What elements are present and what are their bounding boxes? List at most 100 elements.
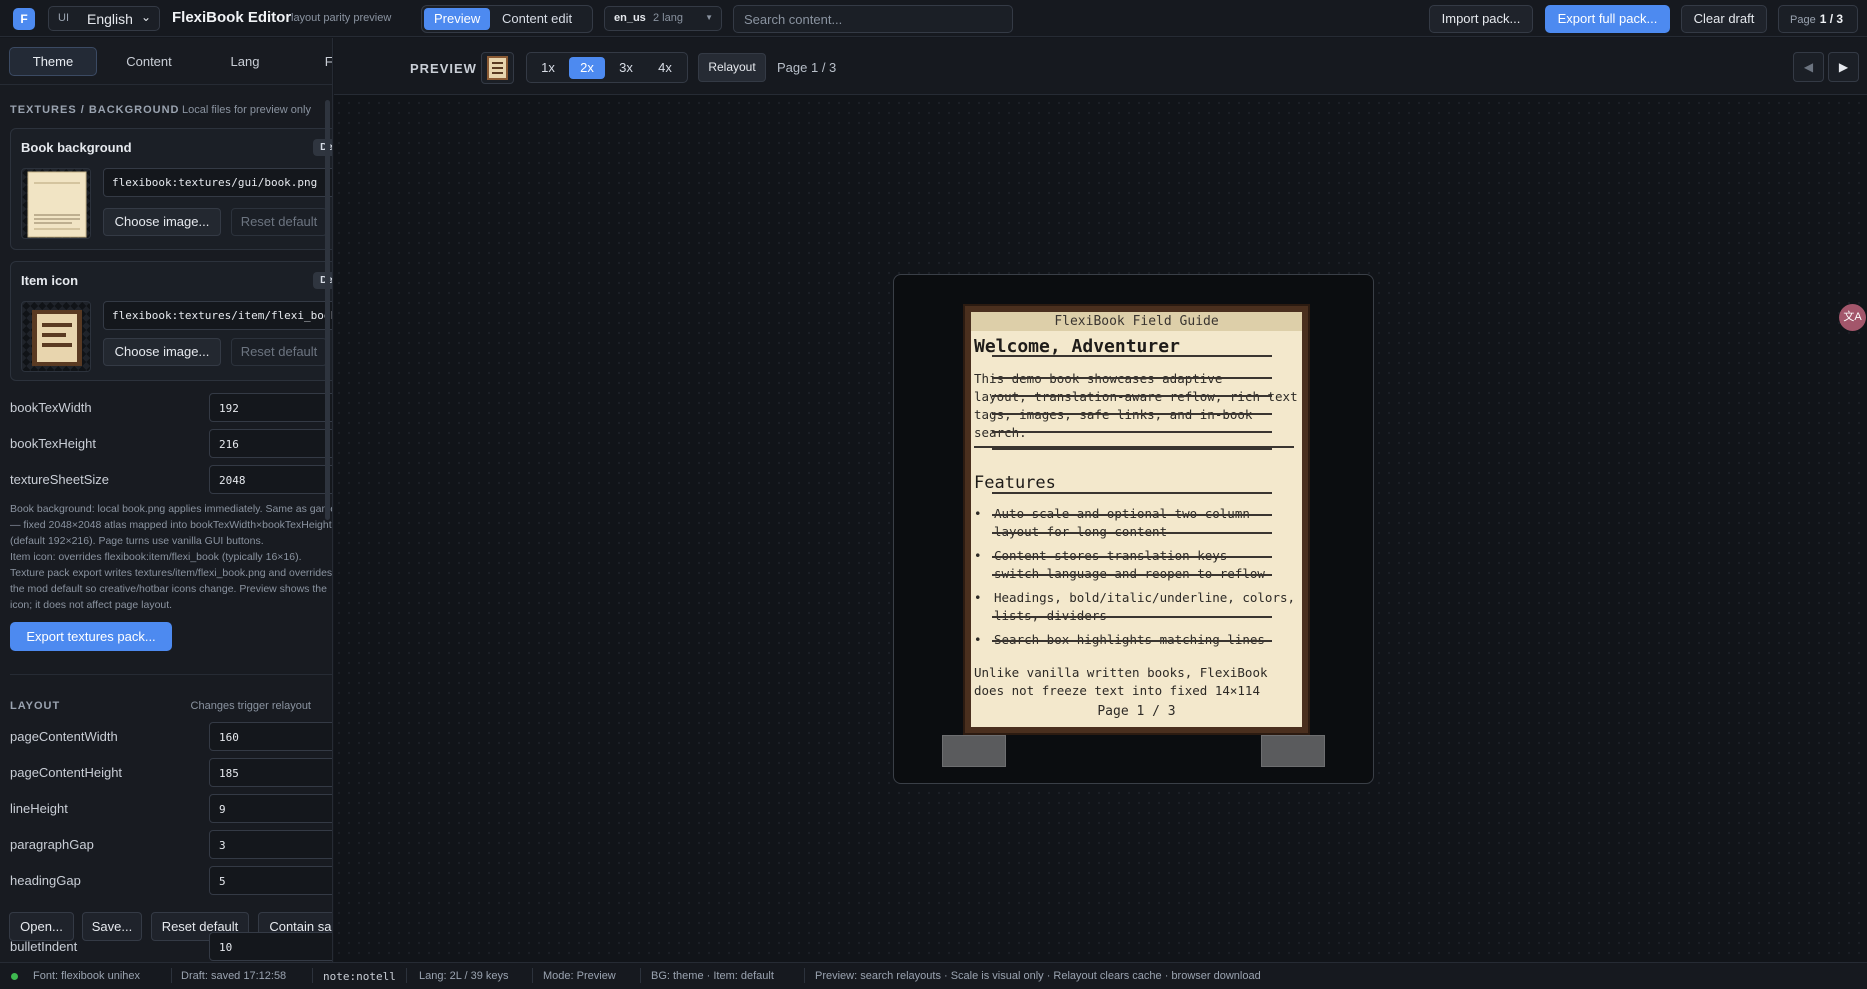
line-height-input[interactable]: 9 ▲▼ xyxy=(209,794,332,823)
book-tex-height-label: bookTexHeight xyxy=(10,436,96,451)
zoom-1x-button[interactable]: 1x xyxy=(530,57,566,79)
sidebar-scrollbar[interactable] xyxy=(325,100,330,520)
tab-theme[interactable]: Theme xyxy=(9,47,97,76)
export-textures-button[interactable]: Export textures pack... xyxy=(10,622,172,651)
page-content-width-label: pageContentWidth xyxy=(10,729,118,744)
book-background-path-input[interactable] xyxy=(103,168,332,197)
book-cover: FlexiBook Field Guide Welcome, Adventure… xyxy=(963,304,1310,735)
divider-line xyxy=(992,492,1272,494)
next-page-button[interactable]: ▶ xyxy=(1828,52,1859,82)
app-title: FlexiBook Editor xyxy=(172,9,292,26)
book-background-badge: Default xyxy=(313,139,332,156)
book-background-reset-button[interactable]: Reset default xyxy=(231,208,327,236)
save-button[interactable]: Save... xyxy=(82,912,142,941)
preview-page-label: Page 1 / 3 xyxy=(777,60,837,75)
bullet-indent-input[interactable]: 10 ▲▼ xyxy=(209,932,332,961)
book-outro-line: Unlike vanilla written books, FlexiBook xyxy=(974,665,1268,680)
mode-content-edit-button[interactable]: Content edit xyxy=(492,8,582,30)
line-height-label: lineHeight xyxy=(10,801,68,816)
page-content-width-input[interactable]: 160 ▲▼ xyxy=(209,722,332,751)
book-tex-height-value: 216 xyxy=(219,438,239,451)
heading-gap-input[interactable]: 5 ▲▼ xyxy=(209,866,332,895)
status-separator xyxy=(312,968,313,983)
texture-sheet-size-label: textureSheetSize xyxy=(10,472,110,487)
layout-section-note: Changes trigger relayout xyxy=(190,700,311,712)
content-language-select[interactable]: en_us 2 lang ▼ xyxy=(604,6,722,31)
page-content-height-input[interactable]: 185 ▲▼ xyxy=(209,758,332,787)
preview-label: PREVIEW xyxy=(410,61,477,76)
relayout-button[interactable]: Relayout xyxy=(698,53,766,82)
book-icon[interactable] xyxy=(481,52,514,84)
preview-area: PREVIEW 1x 2x 3x 4x Relayout Page 1 / 3 … xyxy=(334,38,1867,962)
bullet-indent-value: 10 xyxy=(219,941,233,954)
mode-preview-button[interactable]: Preview xyxy=(424,8,491,30)
book-background-thumbnail xyxy=(21,168,91,239)
book-intro-line: tags, images, safe links, and in-book xyxy=(974,406,1252,424)
item-icon-card: Item icon Default Choose image... Reset … xyxy=(10,261,332,381)
divider-line xyxy=(992,640,1272,642)
book-intro-line: layout, translation-aware reflow, rich t… xyxy=(974,389,1298,404)
texture-sheet-size-input[interactable]: 2048 ▲▼ xyxy=(209,465,332,494)
flexi-book-icon xyxy=(32,310,82,366)
book-preview-frame: FlexiBook Field Guide Welcome, Adventure… xyxy=(893,274,1374,784)
heading-gap-value: 5 xyxy=(219,875,226,888)
divider-line xyxy=(992,574,1272,576)
open-button[interactable]: Open... xyxy=(9,912,74,941)
book-tex-width-value: 192 xyxy=(219,402,239,415)
paragraph-gap-input[interactable]: 3 ▲▼ xyxy=(209,830,332,859)
divider-line xyxy=(992,448,1272,450)
import-pack-button[interactable]: Import pack... xyxy=(1429,5,1533,33)
texture-sheet-size-value: 2048 xyxy=(219,474,246,487)
ui-language-select[interactable]: UI English ⌄ xyxy=(48,6,160,31)
top-bar: F UI English ⌄ FlexiBook Editor layout p… xyxy=(0,0,1867,37)
status-mode: Mode: Preview xyxy=(543,970,616,982)
zoom-2x-button[interactable]: 2x xyxy=(569,57,605,79)
bullet-dot: • xyxy=(974,548,982,563)
zoom-3x-button[interactable]: 3x xyxy=(608,57,644,79)
tab-fonts[interactable]: Fonts xyxy=(297,47,332,76)
search-input[interactable] xyxy=(733,5,1013,33)
book-tex-width-label: bookTexWidth xyxy=(10,400,92,415)
zoom-4x-button[interactable]: 4x xyxy=(647,57,683,79)
bullet-line: Headings, bold/italic/underline, colors, xyxy=(994,590,1296,605)
book-background-card: Book background Default Choose image... … xyxy=(10,128,332,250)
app-logo: F xyxy=(13,8,35,30)
book-tex-height-input[interactable]: 216 ▲▼ xyxy=(209,429,332,458)
book-previous-page-button[interactable] xyxy=(942,735,1006,767)
status-separator xyxy=(804,968,805,983)
layout-section-title: LAYOUT xyxy=(10,700,61,712)
app-subtitle: layout parity preview xyxy=(291,12,392,24)
bullet-indent-label: bulletIndent xyxy=(10,939,78,954)
help-line: the mod default so creative/hotbar icons… xyxy=(10,583,327,595)
textures-section-note: Local files for preview only xyxy=(181,104,311,116)
item-icon-path-input[interactable] xyxy=(103,301,332,330)
export-full-pack-button[interactable]: Export full pack... xyxy=(1545,5,1670,33)
heading-gap-label: headingGap xyxy=(10,873,81,888)
book-page-icon xyxy=(487,56,508,80)
item-icon-reset-button[interactable]: Reset default xyxy=(231,338,327,366)
divider-line xyxy=(992,616,1272,618)
status-separator xyxy=(171,968,172,983)
preview-toolbar: PREVIEW 1x 2x 3x 4x Relayout Page 1 / 3 … xyxy=(334,38,1867,95)
clear-draft-button[interactable]: Clear draft xyxy=(1681,5,1767,33)
translate-icon[interactable]: 文A xyxy=(1839,304,1866,331)
book-next-page-button[interactable] xyxy=(1261,735,1325,767)
tab-lang[interactable]: Lang xyxy=(201,47,289,76)
divider-line xyxy=(992,514,1272,516)
item-icon-choose-button[interactable]: Choose image... xyxy=(103,338,221,366)
book-page-thumbnail-icon xyxy=(27,171,87,238)
bullet-dot: • xyxy=(974,590,982,605)
ui-language-value: English xyxy=(87,11,133,27)
divider-line xyxy=(992,431,1272,433)
item-icon-title: Item icon xyxy=(21,273,79,288)
previous-page-button[interactable]: ◀ xyxy=(1793,52,1824,82)
status-separator xyxy=(640,968,641,983)
divider-line xyxy=(992,413,1272,415)
tab-content[interactable]: Content xyxy=(105,47,193,76)
paragraph-gap-label: paragraphGap xyxy=(10,837,94,852)
page-content-height-value: 185 xyxy=(219,767,239,780)
book-background-choose-button[interactable]: Choose image... xyxy=(103,208,221,236)
page-indicator-value: 1 / 3 xyxy=(1819,12,1844,26)
book-tex-width-input[interactable]: 192 ▲▼ xyxy=(209,393,332,422)
mode-toggle: Preview Content edit xyxy=(421,5,593,33)
